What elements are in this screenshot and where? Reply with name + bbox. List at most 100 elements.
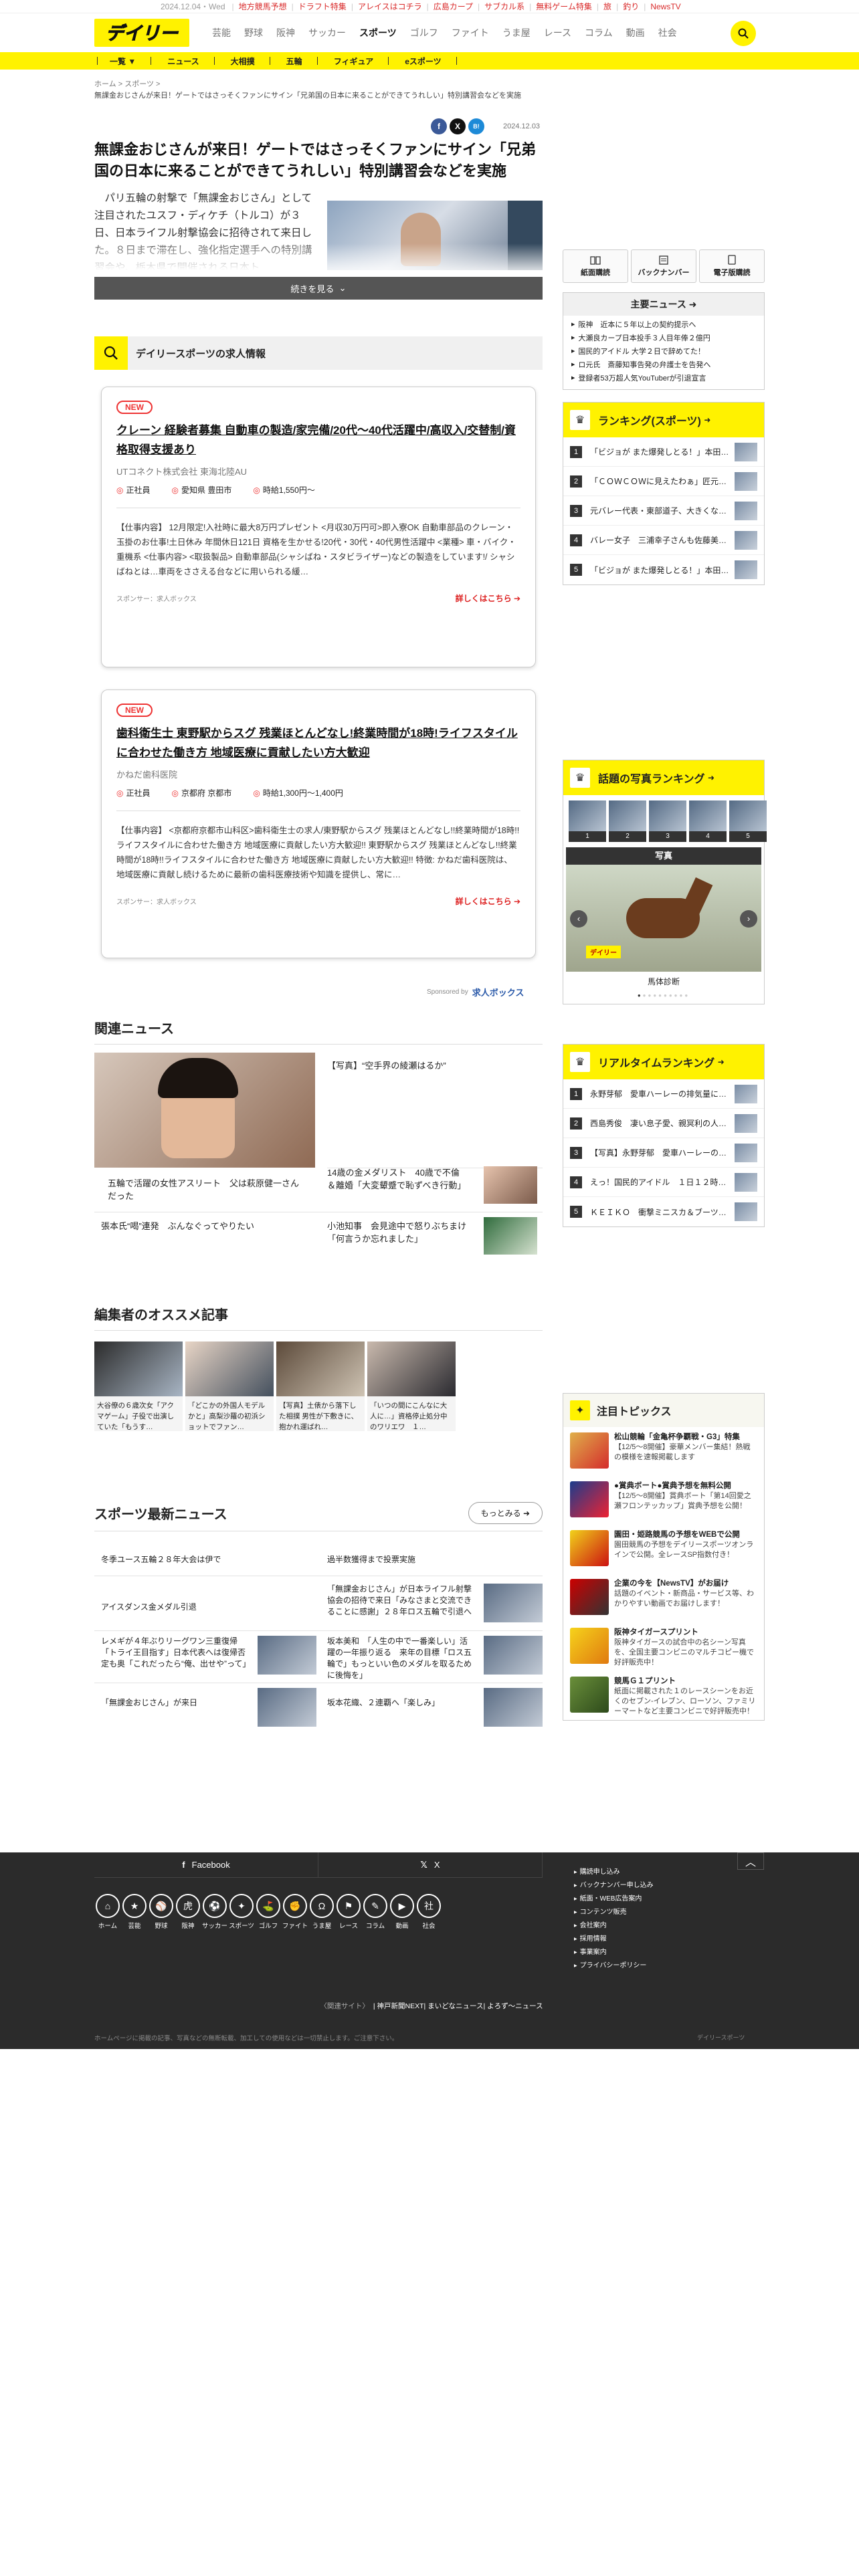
job-title[interactable]: クレーン 経験者募集 自動車の製造/家完備/20代〜40代活躍中/高収入/交替制… bbox=[116, 421, 520, 459]
footer-link[interactable]: バックナンバー申し込み bbox=[574, 1879, 654, 1893]
subnav-figure[interactable]: フィギュア bbox=[334, 56, 374, 67]
breadcrumb-home[interactable]: ホーム bbox=[94, 80, 116, 88]
footer-cat-geino[interactable]: ★ 芸能 bbox=[121, 1894, 148, 1930]
top-link-newstv[interactable]: NewsTV bbox=[650, 2, 680, 11]
latest-news-thumb[interactable] bbox=[258, 1688, 316, 1727]
nav-hanshin[interactable]: 阪神 bbox=[276, 26, 295, 39]
ranking-row[interactable]: 1 永野芽郁 愛車ハーレーの排気量に爆… bbox=[563, 1079, 764, 1109]
nav-geino[interactable]: 芸能 bbox=[212, 26, 231, 39]
editor-pick-card[interactable]: 大谷僚の６歳次女「アクマゲーム」子役で出演していた「もうす… bbox=[94, 1341, 183, 1431]
subnav-sumo[interactable]: 大相撲 bbox=[231, 56, 255, 67]
ranking-row[interactable]: 5 「ビジョが また爆発しとる！」本田真… bbox=[563, 555, 764, 584]
ranking-row[interactable]: 4 バレー女子 三浦幸子さんも佐藤美和… bbox=[563, 526, 764, 555]
footer-link[interactable]: プライバシーポリシー bbox=[574, 1959, 654, 1973]
footer-cat-video[interactable]: ▶ 動画 bbox=[389, 1894, 415, 1930]
latest-news-item[interactable]: レメギが４年ぶりリーグワン三重復帰「トライ王目指す」日本代表へは復帰否定も奥「こ… bbox=[101, 1636, 250, 1670]
footer-link[interactable]: 会社案内 bbox=[574, 1919, 654, 1933]
top-link-travel[interactable]: 旅 bbox=[603, 1, 611, 12]
subnav-olympics[interactable]: 五輪 bbox=[286, 56, 302, 67]
photo-slide[interactable]: デイリー ‹ › bbox=[566, 865, 761, 972]
read-more-button[interactable]: 続きを見る ⌄ bbox=[94, 277, 543, 300]
topic-item[interactable]: 松山競輪「金亀杯争覇戦・G3」特集 【12/5〜8開催】豪華メンバー集結！熱戦の模… bbox=[563, 1427, 764, 1476]
top-link-keiba[interactable]: 地方競馬予想 bbox=[239, 1, 287, 12]
photo-thumb[interactable]: 2 bbox=[607, 800, 646, 842]
nav-umaya[interactable]: うま屋 bbox=[502, 26, 531, 39]
footer-cat-hanshin[interactable]: 虎阪神 bbox=[175, 1894, 201, 1930]
x-share-button[interactable]: X bbox=[450, 118, 466, 134]
footer-link[interactable]: 採用情報 bbox=[574, 1933, 654, 1946]
related-item[interactable]: 小池知事 会見途中で怒りぶちまけ「何言うか忘れました」 bbox=[327, 1220, 468, 1245]
editor-pick-card[interactable]: 「いつの間にこんなに大人に…」資格停止処分中のワリエワ １… bbox=[367, 1341, 456, 1431]
nav-video[interactable]: 動画 bbox=[626, 26, 645, 39]
footer-cat-race[interactable]: ⚑ レース bbox=[335, 1894, 362, 1930]
site-link[interactable]: まいどなニュース bbox=[427, 2002, 483, 2010]
top-link-aleis[interactable]: アレイスはコチラ bbox=[358, 1, 422, 12]
nav-fight[interactable]: ファイト bbox=[452, 26, 489, 39]
related-thumb[interactable] bbox=[484, 1166, 537, 1204]
ranking-row[interactable]: 1 「ビジョが また爆発しとる！」本田真… bbox=[563, 437, 764, 467]
nav-soccer[interactable]: サッカー bbox=[308, 26, 346, 39]
footer-cat-yakyu[interactable]: ⚾ 野球 bbox=[148, 1894, 175, 1930]
related-thumb[interactable] bbox=[484, 1217, 537, 1255]
topic-item[interactable]: 競馬Ｇ１プリント 紙面に掲載された１のレースシーンをお近くのセブン-イレブン、ロー… bbox=[563, 1671, 764, 1720]
related-main-photo[interactable] bbox=[94, 1053, 315, 1168]
latest-news-item[interactable]: 過半数獲得まで投票実施 bbox=[327, 1554, 528, 1566]
latest-news-item[interactable]: 「無課金おじさん」が日本ライフル射撃協会の招待で来日「みなさまと交流できることに… bbox=[327, 1584, 474, 1618]
top-link-carp[interactable]: 広島カープ bbox=[434, 1, 473, 12]
latest-news-item[interactable]: アイスダンス金メダル引退 bbox=[101, 1602, 302, 1613]
ranking-row[interactable]: 2 西島秀俊 凄い息子愛、親冥利の人生… bbox=[563, 1109, 764, 1138]
footer-cat-umaya[interactable]: Ω うま屋 bbox=[308, 1894, 335, 1930]
nav-yakyu[interactable]: 野球 bbox=[244, 26, 263, 39]
footer-cat-home[interactable]: ⌂ ホーム bbox=[94, 1894, 121, 1930]
photo-thumb[interactable]: 1 bbox=[567, 800, 606, 842]
editor-pick-card[interactable]: 【写真】土俵から落下した相撲 男性が下敷きに、抱かれ運ばれ… bbox=[276, 1341, 365, 1431]
footer-cat-soccer[interactable]: ⚽ サッカー bbox=[201, 1894, 228, 1930]
subnav-news[interactable]: ニュース bbox=[167, 56, 199, 67]
article-photo[interactable] bbox=[327, 201, 543, 270]
slide-dots[interactable]: ●●●●●●●●●● bbox=[563, 992, 764, 1004]
nav-race[interactable]: レース bbox=[544, 26, 571, 39]
topic-item[interactable]: 企業の今を【NewsTV】がお届け 話題のイベント・新商品・サービス等、わかりやす… bbox=[563, 1574, 764, 1622]
facebook-share-button[interactable]: f bbox=[431, 118, 447, 134]
footer-facebook-share[interactable]: f Facebook bbox=[94, 1852, 318, 1878]
subscribe-paper-button[interactable]: 紙面購読 bbox=[563, 249, 628, 283]
photo-thumb[interactable]: 5 bbox=[728, 800, 767, 842]
ranking-row[interactable]: 4 えっ！国民的アイドル １日１２時間… bbox=[563, 1168, 764, 1197]
related-item[interactable]: 14歳の金メダリスト 40歳で不倫＆離婚「大変顰蹙で恥ずべき行動」 bbox=[327, 1166, 468, 1192]
next-arrow-icon[interactable]: › bbox=[740, 910, 757, 928]
main-news-item[interactable]: 国民的アイドル 大学２日で辞めてた！ bbox=[571, 345, 756, 358]
hatena-share-button[interactable]: B! bbox=[468, 118, 484, 134]
ranking-row[interactable]: 3 【写真】永野芽郁 愛車ハーレーの排… bbox=[563, 1138, 764, 1168]
latest-news-thumb[interactable] bbox=[484, 1688, 543, 1727]
breadcrumb-sports[interactable]: スポーツ bbox=[124, 80, 154, 88]
topic-item[interactable]: 阪神タイガースプリント 阪神タイガースの試合中の名シーン写真を、全国主要コンビニの… bbox=[563, 1622, 764, 1671]
prev-arrow-icon[interactable]: ‹ bbox=[570, 910, 587, 928]
job-title[interactable]: 歯科衛生士 東野駅からスグ 残業ほとんどなし!終業時間が18時!ライフスタイルに… bbox=[116, 724, 520, 762]
footer-link[interactable]: コンテンツ販売 bbox=[574, 1906, 654, 1919]
site-link[interactable]: 神戸新聞NEXT bbox=[377, 2002, 424, 2010]
photo-thumb[interactable]: 3 bbox=[648, 800, 686, 842]
ranking-row[interactable]: 2 「ＣＯＷＣＯＷに見えたわぁ」匠元巻… bbox=[563, 467, 764, 496]
main-news-item[interactable]: 大瀬良カープ日本投手３人目年俸２億円 bbox=[571, 332, 756, 345]
latest-news-thumb[interactable] bbox=[258, 1636, 316, 1675]
latest-news-thumb[interactable] bbox=[484, 1636, 543, 1675]
nav-golf[interactable]: ゴルフ bbox=[410, 26, 438, 39]
job-details-link[interactable]: 詳しくはこちら ➔ bbox=[456, 895, 520, 907]
footer-cat-sports[interactable]: ✦ スポーツ bbox=[228, 1894, 255, 1930]
footer-cat-fight[interactable]: ✊ ファイト bbox=[282, 1894, 308, 1930]
footer-cat-column[interactable]: ✎ コラム bbox=[362, 1894, 389, 1930]
job-card[interactable]: NEW クレーン 経験者募集 自動車の製造/家完備/20代〜40代活躍中/高収入… bbox=[101, 387, 536, 667]
photo-thumb[interactable]: 4 bbox=[688, 800, 727, 842]
subnav-esports[interactable]: eスポーツ bbox=[405, 56, 441, 67]
footer-cat-society[interactable]: 社社会 bbox=[415, 1894, 442, 1930]
footer-link[interactable]: 購読申し込み bbox=[574, 1866, 654, 1879]
top-link-fishing[interactable]: 釣り bbox=[623, 1, 639, 12]
top-link-games[interactable]: 無料ゲーム特集 bbox=[536, 1, 592, 12]
search-button[interactable] bbox=[731, 21, 756, 46]
latest-news-thumb[interactable] bbox=[484, 1584, 543, 1622]
job-details-link[interactable]: 詳しくはこちら ➔ bbox=[456, 593, 520, 604]
nav-column[interactable]: コラム bbox=[585, 26, 613, 39]
footer-link[interactable]: 紙面・WEB広告案内 bbox=[574, 1893, 654, 1906]
ranking-row[interactable]: 3 元バレー代表・東部道子、大きくな… bbox=[563, 496, 764, 526]
subnav-list-dropdown[interactable]: 一覧 ▼ bbox=[110, 56, 136, 67]
